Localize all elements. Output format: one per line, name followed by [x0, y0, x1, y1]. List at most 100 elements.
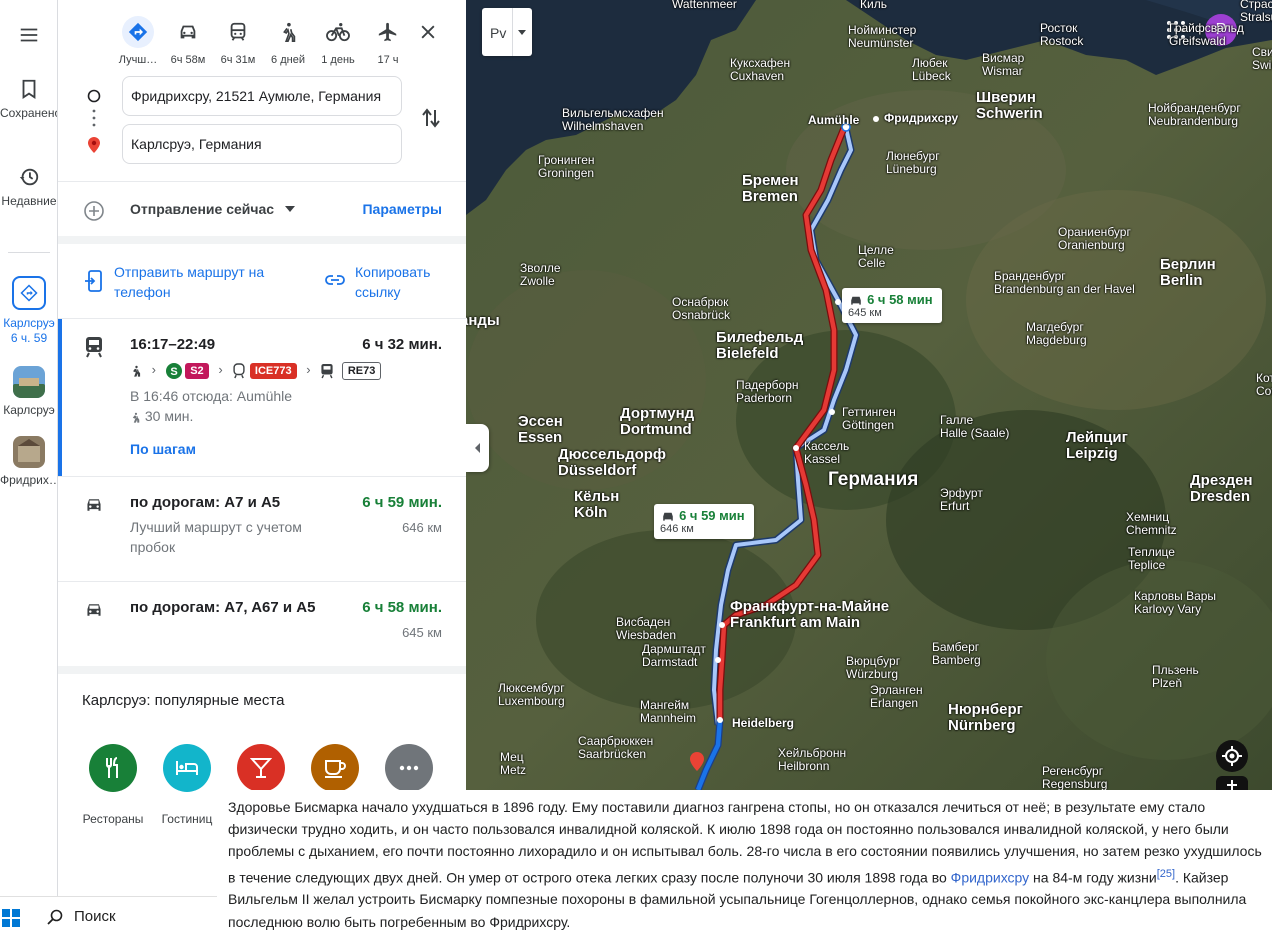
city-label[interactable]: Лейпциг Leipzig: [1066, 430, 1128, 462]
city-label[interactable]: Бранденбург Brandenburg an der Havel: [994, 270, 1135, 296]
copy-link[interactable]: Копировать ссылку: [355, 262, 455, 302]
city-label[interactable]: Киль: [860, 0, 887, 11]
layer-switcher[interactable]: Рv: [482, 8, 532, 56]
zoom-in-button[interactable]: [1216, 776, 1248, 790]
collapse-panel-button[interactable]: [466, 424, 489, 472]
city-label[interactable]: Хейльбронн Heilbronn: [778, 747, 846, 773]
city-name-ru: Теплице: [1128, 545, 1175, 559]
city-label[interactable]: Теплице Teplice: [1128, 546, 1175, 572]
city-label[interactable]: Грайфсвальд Greifswald: [1169, 22, 1244, 48]
city-label[interactable]: Вильгельмсхафен Wilhelmshaven: [562, 107, 664, 133]
city-label[interactable]: Галле Halle (Saale): [940, 414, 1009, 440]
menu-button[interactable]: [0, 24, 57, 46]
mode-walk[interactable]: 6 дней: [268, 16, 308, 66]
origin-dot-icon: [87, 89, 101, 103]
city-label[interactable]: Любек Lübeck: [912, 57, 951, 83]
city-label[interactable]: Эрфурт Erfurt: [940, 487, 983, 513]
city-label[interactable]: Кассель Kassel: [804, 440, 849, 466]
city-label[interactable]: Heidelberg: [732, 717, 794, 730]
city-label[interactable]: Пльзень Plzeň: [1152, 664, 1199, 690]
city-label[interactable]: Хемниц Chemnitz: [1126, 511, 1177, 537]
city-label[interactable]: Нюрнберг Nürnberg: [948, 702, 1023, 734]
city-label[interactable]: Зволле Zwolle: [520, 262, 561, 288]
city-label[interactable]: Дюссельдорф Düsseldorf: [558, 447, 666, 479]
city-label[interactable]: СтрасундStralsund: [1240, 0, 1272, 24]
city-label[interactable]: Мец Metz: [500, 751, 526, 777]
taskbar-search[interactable]: Поиск: [36, 897, 217, 936]
friedrichsruh-link[interactable]: Фридрихсру: [951, 869, 1030, 885]
city-label[interactable]: Билефельд Bielefeld: [716, 330, 803, 362]
city-label[interactable]: Дармштадт Darmstadt: [642, 643, 706, 669]
city-label[interactable]: Wattenmeer: [672, 0, 737, 11]
city-label[interactable]: Эрланген Erlangen: [870, 684, 923, 710]
recent-place-friedrichsruh[interactable]: Фридрих…: [0, 436, 57, 488]
city-label[interactable]: Саарбрюккен Saarbrücken: [578, 735, 653, 761]
city-label[interactable]: Бремен Bremen: [742, 173, 799, 205]
city-label[interactable]: Aumühle: [808, 114, 859, 127]
city-label[interactable]: Нойбранденбург Neubrandenburg: [1148, 102, 1241, 128]
city-label[interactable]: Висбаден Wiesbaden: [616, 616, 676, 642]
send-to-phone-link[interactable]: Отправить маршрут на телефон: [114, 262, 294, 302]
mode-bike[interactable]: 1 день: [318, 16, 358, 66]
reference-link[interactable]: [25]: [1157, 868, 1175, 880]
my-location-button[interactable]: [1216, 740, 1248, 772]
city-label[interactable]: Люнебург Lüneburg: [886, 150, 940, 176]
city-label[interactable]: Вюрцбург Würzburg: [846, 655, 900, 681]
swap-icon[interactable]: [420, 106, 442, 130]
route-drive-2[interactable]: по дорогам: A7, A67 и A5 6 ч 58 мин. 645…: [58, 582, 466, 666]
city-label[interactable]: Росток Rostock: [1040, 22, 1083, 48]
start-button[interactable]: [0, 897, 36, 936]
city-label[interactable]: Падерборн Paderborn: [736, 379, 799, 405]
city-label[interactable]: Фридрихсру: [884, 112, 958, 125]
city-label[interactable]: Магдебург Magdeburg: [1026, 321, 1087, 347]
category-label: Рестораны: [82, 812, 144, 826]
saved-button[interactable]: Сохранено: [0, 78, 57, 121]
city-label[interactable]: Гронинген Groningen: [538, 154, 595, 180]
city-label[interactable]: Берлин Berlin: [1160, 257, 1216, 289]
city-label[interactable]: Регенсбург Regensburg: [1042, 765, 1107, 791]
city-label[interactable]: Нойминстер Neumünster: [848, 24, 916, 50]
route-card-car-2[interactable]: 6 ч 59 мин 646 км: [654, 504, 754, 540]
city-label[interactable]: Куксхафен Cuxhaven: [730, 57, 790, 83]
city-label[interactable]: Ораниенбург Oranienburg: [1058, 226, 1131, 252]
route-card-car-1[interactable]: 6 ч 58 мин 645 км: [842, 288, 942, 324]
city-label[interactable]: Бамберг Bamberg: [932, 641, 981, 667]
steps-link[interactable]: По шагам: [130, 441, 196, 457]
add-stop-icon[interactable]: [83, 200, 105, 222]
city-label[interactable]: Оснабрюк Osnabrück: [672, 296, 730, 322]
city-name-ru: Ораниенбург: [1058, 225, 1131, 239]
city-label[interactable]: Кёльн Köln: [574, 489, 619, 521]
city-label[interactable]: Шверин Schwerin: [976, 90, 1043, 122]
city-label[interactable]: Мангейм Mannheim: [640, 699, 696, 725]
city-label[interactable]: КотCott: [1256, 372, 1272, 398]
close-directions-button[interactable]: [418, 22, 438, 47]
city-label[interactable]: Целле Celle: [858, 244, 894, 270]
destination-input[interactable]: Карлсруэ, Германия: [122, 124, 402, 164]
recent-button[interactable]: Недавние: [0, 166, 57, 209]
city-label[interactable]: Дортмунд Dortmund: [620, 406, 694, 438]
route-transit[interactable]: 16:17–22:49 6 ч 32 мин. › S S2 › ICE773 …: [58, 319, 466, 476]
options-link[interactable]: Параметры: [362, 201, 442, 217]
recent-place-karlsruhe[interactable]: Карлсруэ: [0, 366, 57, 418]
city-label[interactable]: Висмар Wismar: [982, 52, 1024, 78]
mode-plane[interactable]: 17 ч: [368, 16, 408, 66]
city-label[interactable]: Эссен Essen: [518, 414, 563, 446]
recent-route-item[interactable]: Карлсруэ 6 ч. 59: [0, 276, 57, 346]
map-view[interactable]: Рv P 6 ч 58 мин 645 км 6 ч 59 мин 646 км: [466, 0, 1272, 790]
city-label[interactable]: Германия: [828, 470, 918, 489]
city-label[interactable]: Дрезден Dresden: [1190, 473, 1253, 505]
route-drive-1[interactable]: по дорогам: A7 и A5 6 ч 59 мин. Лучший м…: [58, 477, 466, 581]
mode-best[interactable]: Лучш…: [118, 16, 158, 66]
category-hotels[interactable]: Гостиниц: [152, 744, 222, 826]
mode-transit[interactable]: 6ч 31м: [218, 16, 258, 66]
city-label[interactable]: Геттинген Göttingen: [842, 406, 896, 432]
city-label[interactable]: Карловы Вары Karlovy Vary: [1134, 590, 1216, 616]
city-label[interactable]: Франкфурт-на-Майне Frankfurt am Main: [730, 599, 889, 631]
city-label[interactable]: Люксембург Luxembourg: [498, 682, 565, 708]
category-restaurants[interactable]: Рестораны: [78, 744, 148, 826]
city-label[interactable]: анды: [466, 313, 500, 329]
departure-selector[interactable]: Отправление сейчас: [130, 201, 296, 217]
city-label[interactable]: СвинеSwine: [1252, 46, 1272, 72]
origin-input[interactable]: Фридрихсру, 21521 Аумюле, Германия: [122, 76, 402, 116]
mode-car[interactable]: 6ч 58м: [168, 16, 208, 66]
